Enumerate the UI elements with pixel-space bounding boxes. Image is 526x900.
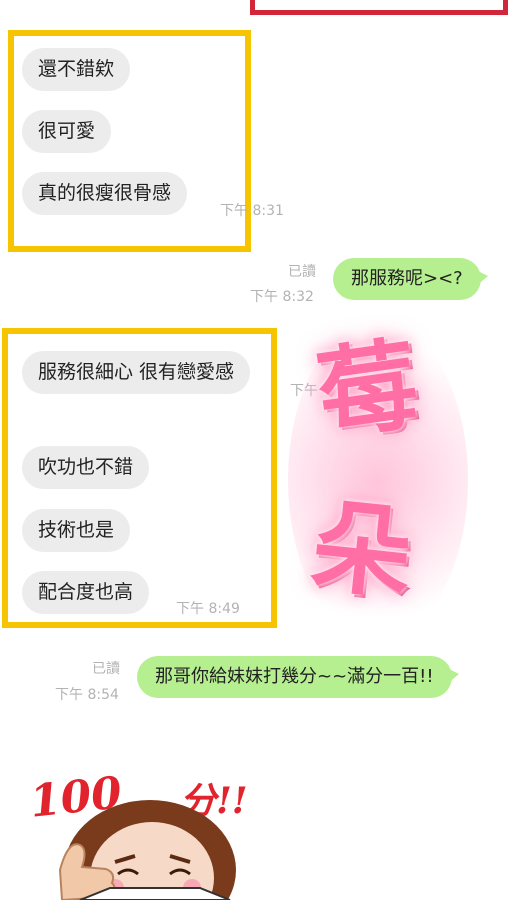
- cropped-image-frame: [250, 0, 508, 15]
- message-time: 下午 8:54: [55, 687, 119, 703]
- outgoing-message-1[interactable]: 那服務呢><?: [333, 258, 488, 300]
- message-bubble-3[interactable]: 真的很瘦很骨感: [22, 172, 188, 215]
- message-bubble-4[interactable]: 服務很細心 很有戀愛感: [22, 351, 251, 394]
- cartoon-face-sticker[interactable]: [20, 770, 240, 900]
- message-time: 下午 8:31: [220, 203, 284, 219]
- sticker-word-1[interactable]: 莓: [310, 325, 425, 456]
- message-time: 下午 8:32: [250, 289, 314, 305]
- message-bubble-6[interactable]: 技術也是: [22, 509, 131, 552]
- outgoing-message-2[interactable]: 那哥你給妹妹打幾分~~滿分一百!!: [137, 656, 459, 698]
- sticker-word-2[interactable]: 朵: [306, 486, 418, 614]
- message-bubble-5[interactable]: 吹功也不錯: [22, 446, 150, 489]
- message-time: 下午 8:49: [176, 601, 240, 617]
- message-bubble-1[interactable]: 還不錯欸: [22, 48, 131, 91]
- message-bubble-2[interactable]: 很可愛: [22, 110, 112, 153]
- read-receipt: 已讀: [288, 264, 316, 280]
- message-bubble-7[interactable]: 配合度也高: [22, 571, 150, 614]
- read-receipt: 已讀: [92, 661, 120, 677]
